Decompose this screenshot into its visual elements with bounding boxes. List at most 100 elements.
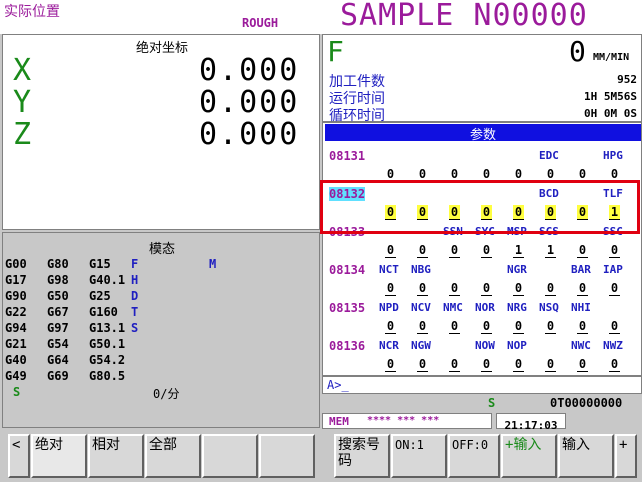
modal-code: G50 — [47, 289, 69, 303]
parameter-bit-value[interactable]: 0 — [417, 281, 428, 296]
parameter-bit-name: NOR — [475, 301, 495, 314]
modal-code: G69 — [47, 369, 69, 383]
parameter-number[interactable]: 08136 — [329, 339, 365, 353]
parameter-bit-value[interactable]: 0 — [545, 281, 556, 296]
parameter-bit-value[interactable]: 0 — [481, 319, 492, 334]
parameter-bit-value[interactable]: 0 — [385, 281, 396, 296]
parameter-bit-value[interactable]: 1 — [513, 243, 524, 258]
feed-rate-readout: 0/分 — [153, 387, 180, 401]
modal-code: G40 — [5, 353, 27, 367]
softkey-absolute[interactable]: 绝对 — [31, 434, 87, 478]
parameter-bit-value[interactable]: 0 — [449, 281, 460, 296]
parameter-bit-value[interactable]: 0 — [417, 357, 428, 372]
softkey-off-0[interactable]: OFF:0 — [448, 434, 500, 478]
modal-code: G50.1 — [89, 337, 126, 351]
feed-value: 0 — [569, 35, 586, 68]
parameter-bit-value[interactable]: 0 — [385, 319, 396, 334]
parameter-bit-value[interactable]: 0 — [577, 357, 588, 372]
parameter-bit-name: NBG — [411, 263, 431, 276]
parameter-bit-value[interactable]: 0 — [513, 357, 524, 372]
modal-code: G21 — [5, 337, 27, 351]
parameter-bit-value[interactable]: 0 — [385, 357, 396, 372]
parameter-bit-value[interactable]: 0 — [609, 357, 620, 372]
status-flags: **** *** *** — [367, 415, 440, 426]
parameter-bit-value[interactable]: 0 — [577, 281, 588, 296]
modal-code: G22 — [5, 305, 27, 319]
softkey-relative[interactable]: 相对 — [88, 434, 144, 478]
parameter-bit-value[interactable]: 0 — [609, 319, 620, 334]
parameter-bit-value[interactable]: 0 — [513, 319, 524, 334]
parameter-bit-value[interactable]: 0 — [545, 319, 556, 334]
softkey-prev-label: < — [12, 437, 21, 453]
feed-label: F — [327, 35, 344, 68]
axis-y-value: 0.000 — [199, 85, 300, 120]
parameter-bit-value[interactable]: 0 — [545, 357, 556, 372]
parameter-bit-value[interactable]: 0 — [577, 243, 588, 258]
softkey-number-search-label: 搜索号码 — [338, 437, 380, 469]
parameter-number[interactable]: 08134 — [329, 263, 365, 277]
modal-code: G98 — [47, 273, 69, 287]
parameter-bit-value[interactable]: 0 — [609, 243, 620, 258]
parameter-bit-value[interactable]: 0 — [577, 319, 588, 334]
modal-code: F — [131, 257, 139, 271]
softkey-blank-1[interactable] — [202, 434, 258, 478]
modal-code: G160 — [89, 305, 118, 319]
softkey-prev-page[interactable]: < — [8, 434, 30, 478]
run-time-value: 1H 5M56S — [584, 90, 637, 103]
parameter-bit-value[interactable]: 0 — [417, 319, 428, 334]
softkey-number-search[interactable]: 搜索号码 — [334, 434, 390, 478]
selected-parameter-frame — [320, 180, 640, 234]
parameter-bit-name: NGR — [507, 263, 527, 276]
modal-code: G54 — [47, 337, 69, 351]
modal-code: G94 — [5, 321, 27, 335]
softkey-absolute-label: 绝对 — [35, 437, 63, 453]
softkey-relative-label: 相对 — [92, 437, 120, 453]
parameter-bit-value[interactable]: 0 — [481, 357, 492, 372]
modal-code: G97 — [47, 321, 69, 335]
machining-mode-label: ROUGH — [242, 16, 279, 30]
modal-code: G40.1 — [89, 273, 126, 287]
parameter-bit-name: BAR — [571, 263, 591, 276]
parameter-bit-name: NMC — [443, 301, 463, 314]
softkey-plus-input-label: 输入 — [513, 437, 542, 453]
parameter-panel: 参数 08131 EDC HPG 0 0 0 0 0 0 0 0 08132 BCD TLF 0 0 0 0 0 0 0… — [322, 122, 642, 376]
parameter-bit-name: NGW — [411, 339, 431, 352]
screen-title: 实际位置 — [4, 4, 60, 20]
softkey-next-page[interactable]: + — [615, 434, 637, 478]
parameter-bit-value[interactable]: 0 — [449, 243, 460, 258]
modal-info-panel: 模态 G00 G80 G15 F M G17 G98 G40.1 H G90 G50 G25 D G22 G… — [2, 232, 320, 428]
softkey-on-1[interactable]: ON:1 — [391, 434, 447, 478]
softkey-input[interactable]: 输入 — [558, 434, 614, 478]
program-name: SAMPLE N00000 — [340, 0, 588, 33]
parameter-bit-value[interactable]: 0 — [449, 357, 460, 372]
parameter-number[interactable]: 08135 — [329, 301, 365, 315]
softkey-input-label: 输入 — [562, 437, 590, 453]
parameter-bit-name: NCV — [411, 301, 431, 314]
parameter-bit-name: NCR — [379, 339, 399, 352]
softkey-next-label: + — [619, 437, 628, 453]
parameter-bit-value[interactable]: 0 — [417, 243, 428, 258]
parameter-bit-name: NCT — [379, 263, 399, 276]
absolute-position-panel: 绝对坐标 X 0.000 Y 0.000 Z 0.000 — [2, 34, 320, 230]
clock-box: 21:17:03 — [496, 413, 566, 432]
parameter-bit-value[interactable]: 0 — [481, 243, 492, 258]
softkey-all[interactable]: 全部 — [145, 434, 201, 478]
softkey-plus-input[interactable]: +输入 — [501, 434, 557, 478]
parameter-bit-value[interactable]: 0 — [513, 281, 524, 296]
parameter-bit-name: NRG — [507, 301, 527, 314]
axis-y-label: Y — [13, 85, 32, 120]
modal-code: G64 — [47, 353, 69, 367]
parameter-bit-value[interactable]: 0 — [385, 243, 396, 258]
parameter-bit-value[interactable]: 1 — [545, 243, 556, 258]
key-input-line[interactable]: A>_ — [322, 376, 642, 394]
parameter-bit-name: NWZ — [603, 339, 623, 352]
parameter-number[interactable]: 08131 — [329, 149, 365, 163]
parameter-bit-value[interactable]: 0 — [481, 281, 492, 296]
spindle-label: S — [13, 385, 21, 399]
parameter-bit-value[interactable]: 0 — [449, 319, 460, 334]
parameter-bit-name: NOW — [475, 339, 495, 352]
softkey-blank-2[interactable] — [259, 434, 315, 478]
parameter-bit-value[interactable]: 0 — [609, 281, 620, 296]
modal-code: H — [131, 273, 139, 287]
axis-z-value: 0.000 — [199, 117, 300, 152]
